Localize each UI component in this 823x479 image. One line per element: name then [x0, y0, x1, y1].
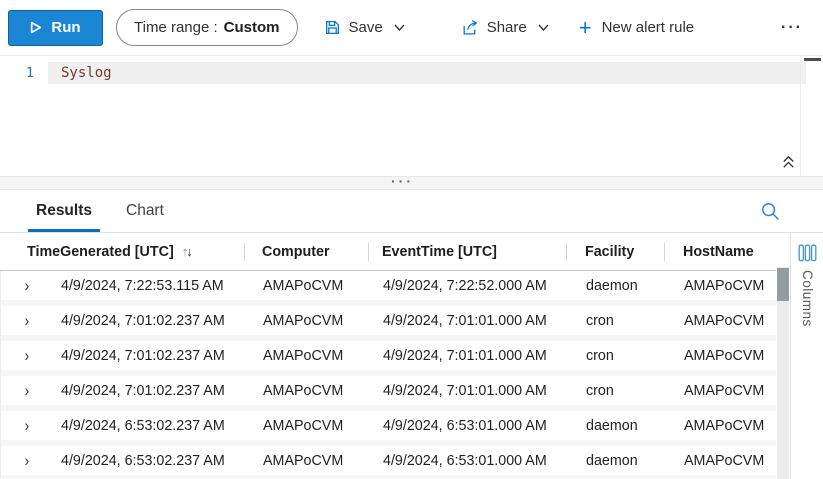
table-row[interactable]: › 4/9/2024, 6:53:02.237 AM AMAPoCVM 4/9/… [1, 446, 776, 479]
header-event-time[interactable]: EventTime [UTC] [368, 244, 566, 260]
results-tabs: Results Chart [0, 190, 823, 233]
cell-hostname: AMAPoCVM [684, 382, 765, 399]
save-icon [324, 19, 341, 36]
more-options-button[interactable]: ··· [781, 19, 803, 37]
cell-event-time: 4/9/2024, 7:01:01.000 AM [383, 312, 547, 329]
column-separator [566, 243, 567, 261]
cell-computer: AMAPoCVM [263, 452, 344, 469]
cell-event-time: 4/9/2024, 6:53:01.000 AM [383, 417, 547, 434]
cell-facility: daemon [586, 417, 638, 434]
share-icon [461, 19, 479, 36]
log-analytics-query-window: Run Time range : Custom Save Share + New… [0, 0, 823, 479]
row-expand-icon[interactable]: › [25, 312, 30, 329]
chevron-down-icon [394, 23, 405, 32]
cell-event-time: 4/9/2024, 7:01:01.000 AM [383, 382, 547, 399]
save-button[interactable]: Save [324, 19, 405, 36]
time-range-label: Time range : [134, 19, 218, 36]
run-button[interactable]: Run [8, 9, 103, 46]
cell-hostname: AMAPoCVM [684, 347, 765, 364]
results-panel: Results Chart TimeGenerated [UTC] ↑↓ Com… [0, 190, 823, 479]
row-expand-icon[interactable]: › [25, 417, 30, 434]
run-button-label: Run [51, 19, 81, 36]
cell-event-time: 4/9/2024, 7:22:52.000 AM [383, 277, 547, 294]
search-icon[interactable] [760, 201, 782, 223]
table-scrollbar[interactable] [777, 267, 789, 479]
cell-time-generated: 4/9/2024, 7:01:02.237 AM [61, 347, 225, 364]
header-facility[interactable]: Facility [566, 244, 664, 260]
time-range-value: Custom [223, 19, 280, 36]
table-row[interactable]: › 4/9/2024, 7:01:02.237 AM AMAPoCVM 4/9/… [1, 376, 776, 411]
cell-facility: daemon [586, 277, 638, 294]
cell-time-generated: 4/9/2024, 7:01:02.237 AM [61, 382, 225, 399]
cell-event-time: 4/9/2024, 7:01:01.000 AM [383, 347, 547, 364]
tab-results[interactable]: Results [28, 190, 100, 232]
new-alert-rule-label: New alert rule [601, 19, 695, 36]
cell-time-generated: 4/9/2024, 6:53:02.237 AM [61, 417, 225, 434]
cell-hostname: AMAPoCVM [684, 312, 765, 329]
time-range-picker[interactable]: Time range : Custom [116, 9, 298, 46]
cell-facility: cron [586, 347, 614, 364]
query-text: Syslog [61, 65, 112, 81]
double-chevron-up-icon [780, 153, 797, 170]
columns-icon[interactable] [798, 244, 817, 262]
cell-event-time: 4/9/2024, 6:53:01.000 AM [383, 452, 547, 469]
save-button-label: Save [348, 19, 383, 36]
row-expand-icon[interactable]: › [25, 382, 30, 399]
cell-hostname: AMAPoCVM [684, 277, 765, 294]
header-computer[interactable]: Computer [244, 244, 368, 260]
query-editor[interactable]: 1 Syslog [0, 56, 823, 176]
columns-panel: Columns [790, 233, 823, 479]
header-hostname[interactable]: HostName [664, 244, 776, 260]
cell-computer: AMAPoCVM [263, 417, 344, 434]
cell-time-generated: 4/9/2024, 7:01:02.237 AM [61, 312, 225, 329]
row-expand-icon[interactable]: › [25, 277, 30, 294]
cell-hostname: AMAPoCVM [684, 417, 765, 434]
column-separator [664, 243, 665, 261]
column-separator [244, 243, 245, 261]
plus-icon: + [578, 14, 592, 40]
cell-computer: AMAPoCVM [263, 382, 344, 399]
cell-facility: cron [586, 312, 614, 329]
row-expand-icon[interactable]: › [25, 347, 30, 364]
editor-scroll-marker [804, 58, 821, 61]
line-number: 1 [25, 65, 34, 81]
cell-facility: cron [586, 382, 614, 399]
new-alert-rule-button[interactable]: + New alert rule [578, 14, 695, 40]
columns-panel-label[interactable]: Columns [800, 270, 815, 327]
cell-computer: AMAPoCVM [263, 312, 344, 329]
editor-line: 1 Syslog [0, 62, 806, 84]
table-row[interactable]: › 4/9/2024, 7:01:02.237 AM AMAPoCVM 4/9/… [1, 306, 776, 341]
table-scrollbar-thumb[interactable] [777, 268, 789, 301]
chevron-down-icon [538, 23, 549, 32]
cell-time-generated: 4/9/2024, 7:22:53.115 AM [61, 277, 224, 294]
cell-hostname: AMAPoCVM [684, 452, 765, 469]
share-button-label: Share [486, 19, 527, 36]
collapse-editor-button[interactable] [777, 151, 799, 171]
share-button[interactable]: Share [461, 19, 549, 36]
sort-icon[interactable]: ↑↓ [182, 244, 193, 259]
cell-facility: daemon [586, 452, 638, 469]
cell-time-generated: 4/9/2024, 6:53:02.237 AM [61, 452, 225, 469]
table-row[interactable]: › 4/9/2024, 6:53:02.237 AM AMAPoCVM 4/9/… [1, 411, 776, 446]
editor-scrollbar-track[interactable] [800, 56, 823, 176]
column-separator [368, 243, 369, 261]
table-row[interactable]: › 4/9/2024, 7:22:53.115 AM AMAPoCVM 4/9/… [1, 271, 776, 306]
cell-computer: AMAPoCVM [263, 277, 344, 294]
header-time-generated[interactable]: TimeGenerated [UTC] ↑↓ [0, 244, 244, 260]
cell-computer: AMAPoCVM [263, 347, 344, 364]
row-expand-icon[interactable]: › [25, 452, 30, 469]
results-table-body: › 4/9/2024, 7:22:53.115 AM AMAPoCVM 4/9/… [0, 271, 776, 479]
current-line-highlight: Syslog [48, 62, 806, 84]
play-icon [30, 21, 42, 34]
table-row[interactable]: › 4/9/2024, 7:01:02.237 AM AMAPoCVM 4/9/… [1, 341, 776, 376]
results-table-header: TimeGenerated [UTC] ↑↓ Computer EventTim… [0, 233, 776, 271]
tab-chart[interactable]: Chart [122, 190, 168, 232]
query-toolbar: Run Time range : Custom Save Share + New… [0, 0, 823, 56]
panel-resize-handle[interactable]: ··· [0, 173, 823, 190]
drag-handle-icon: ··· [391, 173, 414, 189]
